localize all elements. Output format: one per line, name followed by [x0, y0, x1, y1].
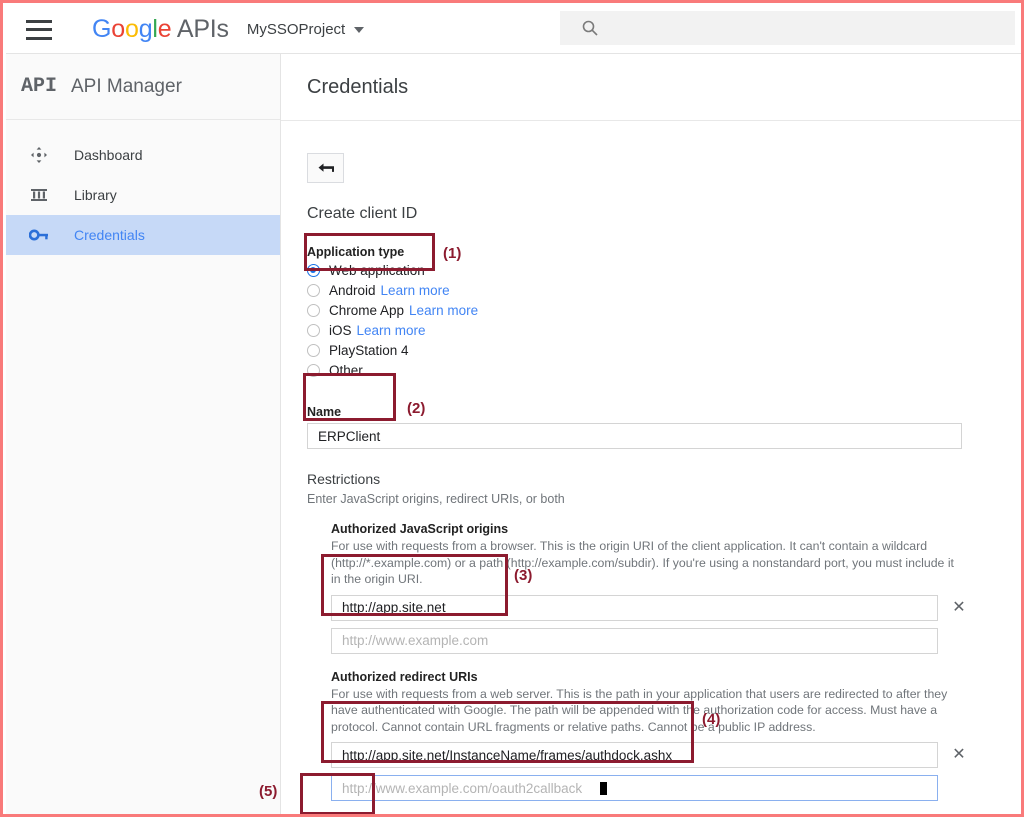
project-name: MySSOProject [246, 21, 346, 38]
back-button[interactable] [307, 153, 344, 183]
redirect-uris-block: Authorized redirect URIs For use with re… [331, 669, 998, 801]
sidebar-item-label: Dashboard [74, 147, 143, 163]
page-subtitle: Create client ID [307, 205, 418, 222]
redirect-uri-input[interactable] [331, 742, 938, 768]
name-input[interactable] [307, 423, 962, 449]
library-icon [20, 186, 58, 204]
content-body: Create client ID Application type Web ap… [281, 121, 1021, 814]
radio-label: PlayStation 4 [329, 342, 409, 358]
javascript-origins-description: For use with requests from a browser. Th… [331, 539, 954, 586]
api-logo: API [20, 75, 57, 98]
close-icon[interactable]: ✕ [952, 599, 966, 616]
javascript-origins-title: Authorized JavaScript origins [331, 522, 509, 536]
radio-label: Chrome App [329, 302, 405, 318]
redirect-uri-input-focused[interactable] [331, 775, 938, 801]
content-header: Credentials [281, 54, 1021, 121]
radio-label: Web application [329, 262, 425, 278]
name-label: Name [307, 405, 342, 419]
google-apis-logo: Google APIs [92, 15, 229, 44]
javascript-origins-block: Authorized JavaScript origins For use wi… [331, 522, 998, 654]
sidebar-item-label: Library [74, 187, 117, 203]
hamburger-menu-icon[interactable] [26, 19, 52, 40]
close-icon[interactable]: ✕ [952, 747, 966, 763]
radio-indicator [307, 323, 320, 337]
redirect-uris-description: For use with requests from a web server.… [331, 686, 948, 734]
radio-label: Other [329, 362, 363, 378]
project-selector[interactable]: MySSOProject [246, 21, 365, 38]
redirect-uris-title: Authorized redirect URIs [331, 669, 478, 684]
sidebar-item-library[interactable]: Library [6, 175, 280, 215]
radio-label: iOS [329, 322, 352, 338]
chevron-down-icon [354, 26, 365, 33]
learn-more-link[interactable]: Learn more [357, 323, 426, 338]
text-cursor [600, 782, 607, 795]
sidebar-title: API Manager [71, 75, 182, 97]
logo-letter-e: e [157, 15, 172, 43]
search-icon [582, 20, 598, 36]
radio-other[interactable]: Other [307, 361, 998, 379]
radio-indicator [307, 263, 320, 277]
radio-indicator [307, 343, 320, 357]
radio-playstation-4[interactable]: PlayStation 4 [307, 341, 998, 359]
radio-indicator [307, 363, 320, 377]
radio-chrome-app[interactable]: Chrome App Learn more [307, 301, 998, 319]
radio-indicator [307, 303, 320, 317]
javascript-origin-input-empty[interactable] [331, 627, 938, 654]
search-bar[interactable] [560, 11, 1015, 45]
logo-apis-text: APIs [171, 15, 229, 43]
content-panel: Credentials Create client ID Application… [281, 54, 1021, 814]
logo-letter-o1: o [111, 15, 125, 43]
redirect-uri-row: ✕ [331, 742, 998, 768]
back-arrow-icon [318, 163, 334, 172]
sidebar-nav: Dashboard Library Credentials [6, 120, 280, 255]
radio-indicator [307, 283, 320, 297]
search-input[interactable] [610, 19, 984, 37]
key-icon [20, 226, 58, 244]
sidebar-item-credentials[interactable]: Credentials [6, 215, 280, 255]
sidebar: API API Manager Dashboard Library Creden… [6, 54, 281, 814]
javascript-origin-row-empty [331, 627, 998, 654]
learn-more-link[interactable]: Learn more [409, 303, 478, 318]
radio-android[interactable]: Android Learn more [307, 281, 998, 299]
redirect-uri-row-empty [331, 775, 998, 801]
sidebar-header: API API Manager [6, 54, 280, 120]
radio-ios[interactable]: iOS Learn more [307, 321, 998, 339]
restrictions-subtitle: Enter JavaScript origins, redirect URIs,… [307, 492, 565, 506]
javascript-origin-row: ✕ [331, 594, 998, 621]
restrictions-title: Restrictions [307, 471, 381, 487]
learn-more-link[interactable]: Learn more [381, 283, 450, 298]
javascript-origin-input[interactable] [331, 594, 938, 621]
logo-letter-g: G [92, 15, 112, 43]
radio-label: Android [329, 282, 376, 298]
logo-letter-g2: g [138, 15, 153, 43]
page-title: Credentials [307, 75, 409, 98]
sidebar-item-label: Credentials [74, 227, 145, 243]
application-type-label: Application type [307, 245, 405, 259]
sidebar-item-dashboard[interactable]: Dashboard [6, 135, 280, 175]
app-window: Google APIs MySSOProject API API Manager [0, 0, 1024, 817]
radio-web-application[interactable]: Web application [307, 261, 998, 279]
dashboard-icon [20, 146, 58, 164]
logo-letter-o2: o [124, 15, 139, 43]
